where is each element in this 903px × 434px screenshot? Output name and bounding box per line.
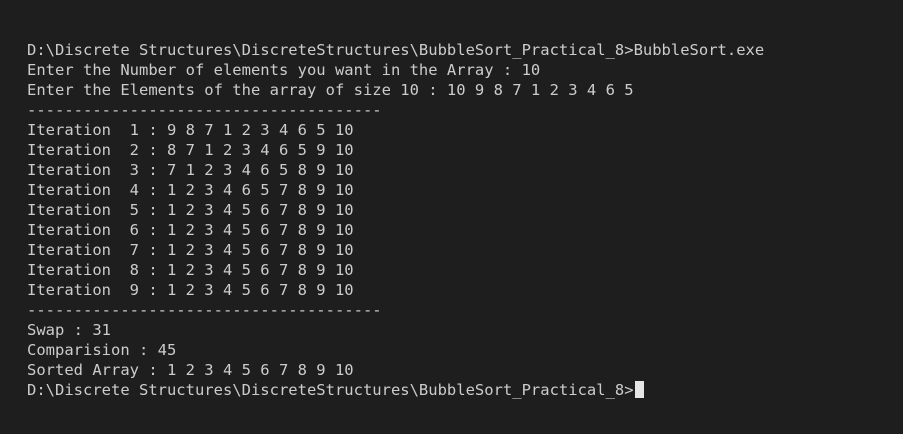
prompt-text: D:\Discrete Structures\DiscreteStructure… [27, 381, 634, 399]
terminal-window[interactable]: D:\Discrete Structures\DiscreteStructure… [0, 0, 903, 434]
iteration-line: Iteration 4 : 1 2 3 4 6 5 7 8 9 10 [27, 181, 354, 199]
iteration-line: Iteration 1 : 9 8 7 1 2 3 4 6 5 10 [27, 121, 354, 139]
swap-count-line: Swap : 31 [27, 321, 111, 339]
text-cursor [634, 381, 644, 398]
iteration-line: Iteration 6 : 1 2 3 4 5 6 7 8 9 10 [27, 221, 354, 239]
output-line-elements-input: Enter the Elements of the array of size … [27, 81, 634, 99]
iteration-line: Iteration 8 : 1 2 3 4 5 6 7 8 9 10 [27, 261, 354, 279]
iteration-line: Iteration 7 : 1 2 3 4 5 6 7 8 9 10 [27, 241, 354, 259]
separator-line: -------------------------------------- [27, 301, 382, 319]
comparison-count-line: Comparision : 45 [27, 341, 177, 359]
iteration-line: Iteration 5 : 1 2 3 4 5 6 7 8 9 10 [27, 201, 354, 219]
separator-line: -------------------------------------- [27, 101, 382, 119]
prompt-line[interactable]: D:\Discrete Structures\DiscreteStructure… [27, 380, 903, 400]
command-line: D:\Discrete Structures\DiscreteStructure… [27, 41, 765, 59]
sorted-array-line: Sorted Array : 1 2 3 4 5 6 7 8 9 10 [27, 361, 354, 379]
iteration-line: Iteration 2 : 8 7 1 2 3 4 6 5 9 10 [27, 141, 354, 159]
iteration-line: Iteration 9 : 1 2 3 4 5 6 7 8 9 10 [27, 281, 354, 299]
output-line-element-count: Enter the Number of elements you want in… [27, 61, 541, 79]
iteration-line: Iteration 3 : 7 1 2 3 4 6 5 8 9 10 [27, 161, 354, 179]
